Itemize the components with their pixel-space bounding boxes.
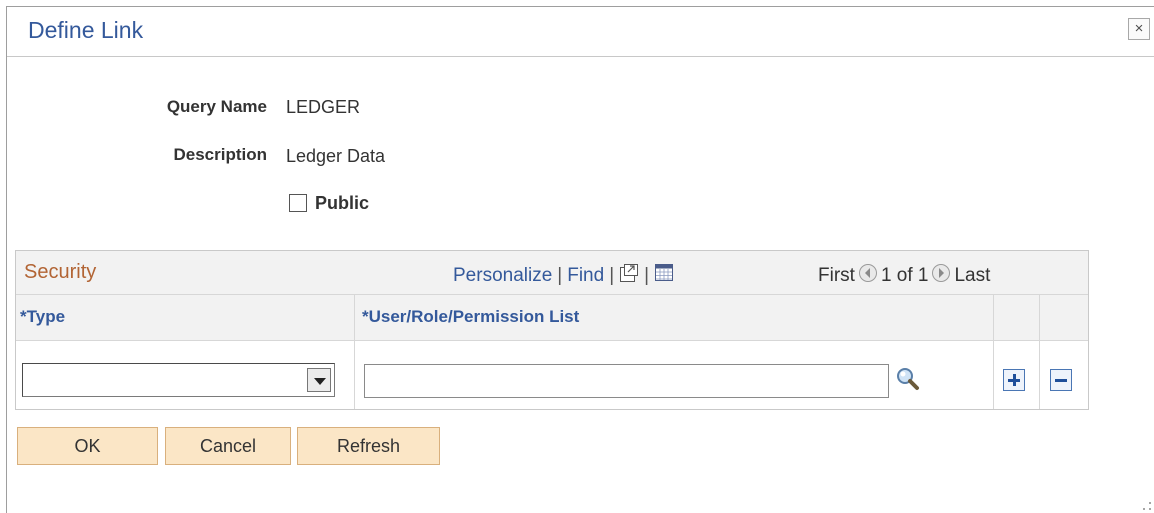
query-name-label: Query Name xyxy=(166,97,267,116)
personalize-link[interactable]: Personalize xyxy=(453,265,552,286)
public-checkbox-label[interactable]: Public xyxy=(315,193,369,214)
next-arrow-icon[interactable] xyxy=(931,263,951,283)
public-checkbox[interactable] xyxy=(289,194,307,212)
view-all-icon[interactable] xyxy=(619,263,639,283)
security-grid: Security Personalize | Find | | First 1 of … xyxy=(15,250,1089,410)
download-grid-icon[interactable] xyxy=(654,263,674,283)
refresh-button[interactable]: Refresh xyxy=(297,427,440,465)
lookup-magnifier-icon[interactable] xyxy=(893,365,923,395)
description-value: Ledger Data xyxy=(286,146,386,166)
previous-arrow-icon[interactable] xyxy=(858,263,878,283)
column-header-row: *Type *User/Role/Permission List xyxy=(16,295,1088,341)
define-link-dialog: Define Link × Query Name LEDGER Descript… xyxy=(6,6,1154,513)
close-icon: × xyxy=(1134,20,1144,37)
column-divider xyxy=(993,295,994,409)
cancel-button[interactable]: Cancel xyxy=(165,427,291,465)
pager-last[interactable]: Last xyxy=(954,265,990,286)
close-button[interactable]: × xyxy=(1128,18,1150,40)
grid-pager: First 1 of 1 Last xyxy=(818,263,990,287)
separator: | xyxy=(609,265,615,286)
pager-range: 1 of 1 xyxy=(880,265,929,286)
separator: | xyxy=(644,265,650,286)
grid-title: Security xyxy=(24,261,97,283)
column-divider xyxy=(1039,295,1040,409)
column-header-type: *Type xyxy=(20,307,66,326)
dialog-title-bar: Define Link × xyxy=(7,7,1154,57)
delete-row-button[interactable] xyxy=(1050,369,1072,391)
column-header-user-role: *User/Role/Permission List xyxy=(362,307,580,326)
pager-first[interactable]: First xyxy=(818,265,855,286)
separator: | xyxy=(557,265,563,286)
column-divider xyxy=(354,295,355,409)
ok-button[interactable]: OK xyxy=(17,427,158,465)
grid-header: Security Personalize | Find | | First 1 of … xyxy=(16,251,1088,295)
query-name-value: LEDGER xyxy=(286,97,361,117)
dropdown-arrow-icon[interactable] xyxy=(307,368,331,392)
description-label: Description xyxy=(173,145,267,164)
add-row-button[interactable] xyxy=(1003,369,1025,391)
find-link[interactable]: Find xyxy=(567,265,604,286)
type-select[interactable] xyxy=(22,363,335,397)
user-role-input[interactable] xyxy=(364,364,889,398)
resize-grip-icon[interactable] xyxy=(1142,501,1152,511)
dialog-title: Define Link xyxy=(28,17,144,43)
grid-toolbar: Personalize | Find | | xyxy=(453,263,674,287)
